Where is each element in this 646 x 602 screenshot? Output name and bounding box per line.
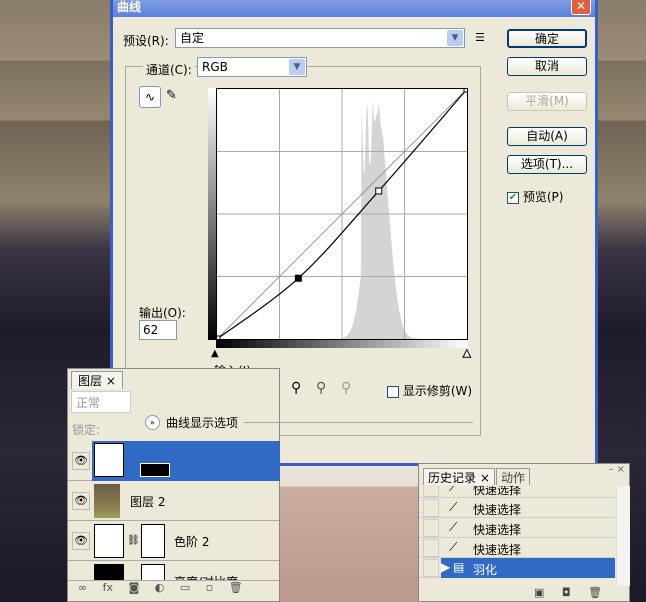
tab-layers[interactable]: 图层 × (71, 371, 123, 389)
link-icon[interactable]: ⛓ (127, 535, 140, 546)
smooth-button[interactable]: 平滑(M) (507, 92, 587, 111)
curve-point (375, 187, 383, 195)
curve-point (217, 335, 221, 339)
input-gradient-bar (216, 340, 468, 348)
add-mask-icon[interactable]: ◙ (129, 581, 140, 594)
channel-select[interactable]: RGB ▼ (197, 57, 307, 77)
curve-point (294, 274, 302, 282)
layer-row[interactable]: 👁 图层 2 (68, 481, 279, 521)
layer-name: 图层 2 (130, 495, 166, 509)
chevron-down-icon: ▼ (447, 30, 463, 46)
layer-row[interactable]: 亮度/对比度 (68, 561, 279, 581)
history-list: ⟋ 快速选择 ⟋ 快速选择 ⟋ 快速选择 ⟋ 快速选择 ▶ ▤ 羽化 (419, 486, 615, 586)
quick-select-icon: ⟋ (449, 486, 458, 494)
link-layers-icon[interactable]: ∞ (78, 581, 87, 594)
brightness-thumbnail-icon (94, 564, 124, 580)
history-item[interactable]: ⟋ 快速选择 (419, 498, 615, 518)
lock-label: 锁定: (72, 423, 101, 437)
snapshot-camera-icon[interactable]: ◘ (562, 586, 571, 599)
history-item[interactable]: ⟋ 快速选择 (419, 518, 615, 538)
quick-select-icon: ⟋ (449, 500, 458, 514)
history-item[interactable]: ⟋ 快速选择 (419, 486, 615, 498)
mask-thumbnail (141, 524, 165, 558)
mask-thumbnail (141, 564, 165, 580)
divider (244, 422, 473, 423)
curves-thumbnail-icon (94, 443, 124, 477)
cancel-button[interactable]: 取消 (507, 57, 587, 76)
preview-label: 预览(P) (522, 190, 564, 204)
history-item-selected[interactable]: ▶ ▤ 羽化 (419, 558, 615, 578)
levels-thumbnail-icon (94, 524, 124, 558)
close-button[interactable]: ✕ (571, 0, 591, 15)
pencil-icon[interactable]: ✎ (166, 88, 177, 103)
layer-name: 色阶 2 (174, 535, 210, 549)
history-scrollbar[interactable] (616, 486, 630, 586)
black-point-slider[interactable]: ▲ (211, 348, 219, 359)
gray-eyedropper-icon[interactable]: ⚲ (316, 380, 326, 396)
history-toolbar: ▣ ◘ 🗑 (534, 586, 602, 599)
curve-point (463, 89, 467, 93)
history-state-arrow-icon: ▶ (441, 560, 451, 574)
dialog-title: 曲线 (117, 0, 142, 14)
blend-mode-select[interactable]: 正常 (71, 391, 131, 413)
photo-figure (280, 466, 420, 602)
eye-icon[interactable]: 👁 (72, 532, 90, 550)
white-point-slider[interactable]: ▲ (463, 348, 472, 360)
output-label: 输出(O): (139, 306, 186, 320)
layers-panel: 图层 × 正常 锁定: 👁 👁 图层 2 👁 ⛓ 色阶 2 亮度/对比度 ∞ f… (67, 368, 280, 602)
white-eyedropper-icon[interactable]: ⚲ (341, 380, 351, 396)
layer-thumbnail (94, 484, 120, 518)
auto-button[interactable]: 自动(A) (507, 127, 587, 146)
quick-select-icon: ⟋ (449, 520, 458, 534)
feather-icon: ▤ (453, 560, 465, 574)
history-panel: 历史记录 × 动作 – × ⟋ 快速选择 ⟋ 快速选择 ⟋ 快速选择 ⟋ 快速选择 ▶ ▤… (418, 463, 630, 602)
trash-icon[interactable]: 🗑 (588, 586, 602, 599)
dialog-title-bar[interactable]: 曲线 (113, 0, 595, 17)
expand-chevron-icon[interactable]: » (145, 415, 160, 430)
eye-icon[interactable]: 👁 (72, 452, 90, 470)
layers-toolbar: ∞ fx ◙ ◐ ▭ ▫ 🗑 (68, 581, 279, 601)
tab-actions[interactable]: 动作 (496, 468, 531, 485)
ok-button[interactable]: 确定 (507, 29, 587, 48)
output-gradient-bar (208, 88, 216, 340)
history-item[interactable]: ⟋ 快速选择 (419, 538, 615, 558)
new-document-icon[interactable]: ▣ (534, 586, 544, 599)
eye-icon[interactable]: 👁 (72, 492, 90, 510)
options-button[interactable]: 选项(T)... (507, 155, 587, 174)
curve-display-options[interactable]: 曲线显示选项 (166, 414, 238, 431)
panel-close-icon[interactable]: – × (608, 464, 625, 475)
preset-value: 自定 (180, 31, 205, 45)
show-clipping-label: 显示修剪(W) (402, 384, 473, 398)
trash-icon[interactable]: 🗑 (229, 581, 243, 594)
fx-icon[interactable]: fx (103, 581, 113, 594)
preset-select[interactable]: 自定 ▼ (175, 28, 465, 48)
curve-graph[interactable] (216, 88, 468, 340)
tab-history[interactable]: 历史记录 × (423, 468, 495, 485)
preset-label: 预设(R): (123, 34, 169, 48)
show-clipping-checkbox[interactable]: 显示修剪(W) (387, 382, 472, 399)
adjustment-layer-icon[interactable]: ◐ (155, 581, 165, 594)
output-field[interactable]: 62 (139, 320, 177, 340)
preset-menu-icon[interactable]: ☰ (475, 31, 485, 44)
group-folder-icon[interactable]: ▭ (180, 581, 190, 594)
checkmark-icon: ✔ (507, 191, 519, 204)
layer-row-curves[interactable]: 👁 (68, 441, 280, 481)
mask-thumbnail (140, 463, 170, 477)
layer-row[interactable]: 👁 ⛓ 色阶 2 (68, 521, 279, 561)
black-eyedropper-icon[interactable]: ⚲ (291, 380, 301, 396)
channel-label: 通道(C): (143, 61, 195, 78)
channel-value: RGB (202, 60, 228, 74)
quick-select-icon: ⟋ (449, 540, 458, 554)
chevron-down-icon: ▼ (289, 59, 305, 75)
preview-checkbox[interactable]: ✔ 预览(P) (507, 188, 563, 205)
curve-display-options-row: » 曲线显示选项 (145, 414, 473, 431)
curve-tool-icon[interactable]: ∿ (139, 86, 161, 108)
layer-name: 亮度/对比度 (174, 573, 238, 580)
new-layer-icon[interactable]: ▫ (206, 581, 213, 594)
